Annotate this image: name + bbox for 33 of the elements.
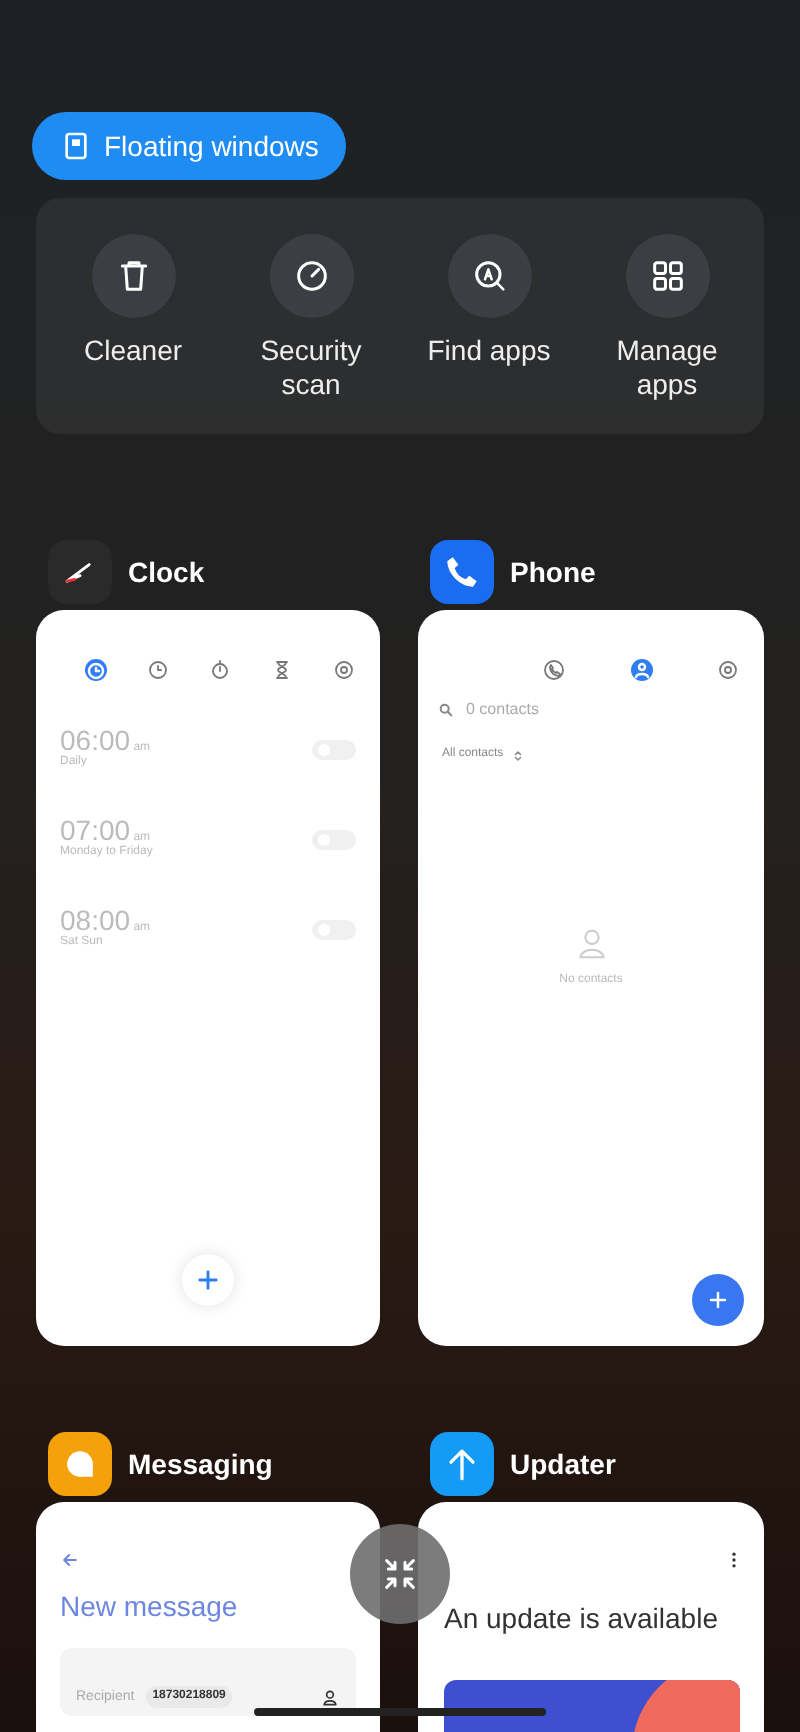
add-button[interactable] xyxy=(692,1274,744,1326)
back-icon[interactable] xyxy=(60,1550,80,1570)
app-name: Phone xyxy=(510,553,596,591)
contact-icon xyxy=(320,1688,340,1708)
gauge-icon xyxy=(291,256,331,296)
contact-search-icon xyxy=(438,702,454,718)
calls-tab-icon[interactable] xyxy=(542,658,566,682)
search-placeholder: 0 contacts xyxy=(466,698,539,722)
contacts-tab-icon[interactable] xyxy=(629,658,653,682)
alarm-tab-icon[interactable] xyxy=(84,658,108,682)
app-window-preview[interactable]: An update is available xyxy=(418,1502,764,1732)
update-title: An update is available xyxy=(444,1600,720,1638)
clock-tab-icon[interactable] xyxy=(146,658,170,682)
grid-icon xyxy=(647,256,687,296)
plus-icon xyxy=(194,1266,222,1294)
quick-action-button[interactable]: Security scan xyxy=(231,234,391,434)
search-icon xyxy=(469,256,509,296)
app-name: Clock xyxy=(128,553,205,591)
settings-tab-icon[interactable] xyxy=(332,658,356,682)
stopwatch-tab-icon[interactable] xyxy=(208,658,232,682)
timer-tab-icon[interactable] xyxy=(270,658,294,682)
quick-action-button[interactable]: Manage apps xyxy=(587,234,747,434)
app-name: Updater xyxy=(510,1445,616,1484)
collapse-icon xyxy=(380,1554,420,1594)
quick-action-button[interactable]: Find apps xyxy=(409,234,569,434)
plus-icon xyxy=(706,1288,730,1312)
sort-icon xyxy=(511,749,524,761)
app-name: Messaging xyxy=(128,1445,273,1484)
window-icon xyxy=(60,130,92,162)
add-button[interactable] xyxy=(182,1254,234,1306)
message-title: New message xyxy=(60,1588,240,1626)
quick-action-button[interactable]: Cleaner xyxy=(53,234,213,434)
settings-tab-icon[interactable] xyxy=(716,658,740,682)
